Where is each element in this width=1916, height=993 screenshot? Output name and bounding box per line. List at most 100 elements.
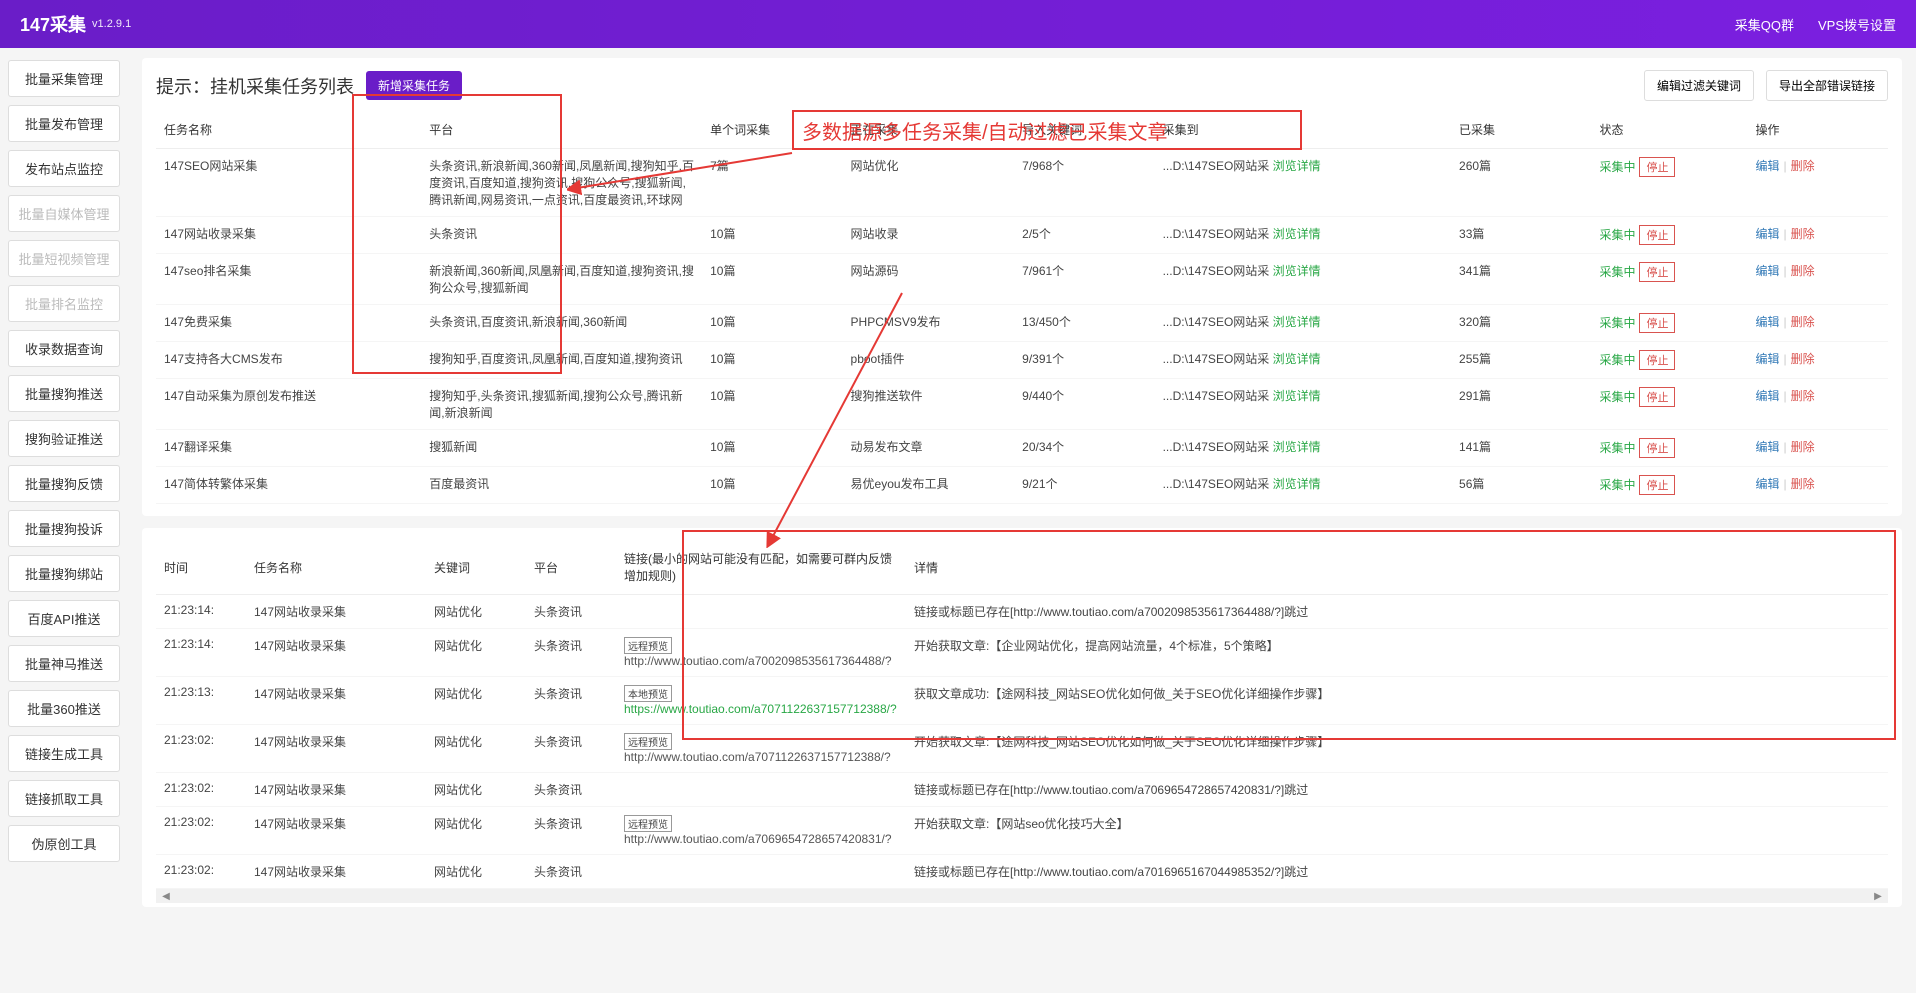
cell-time: 21:23:02: [156,725,246,773]
sidebar-item-9[interactable]: 批量搜狗反馈 [8,465,120,502]
local-badge[interactable]: 本地预览 [624,685,672,702]
stop-button[interactable]: 停止 [1639,262,1675,282]
edit-link[interactable]: 编辑 [1755,159,1779,173]
log-url[interactable]: http://www.toutiao.com/a7071122637157712… [624,750,891,764]
cell-detail: 开始获取文章:【途网科技_网站SEO优化如何做_关于SEO优化详细操作步骤】 [906,725,1888,773]
sidebar-item-8[interactable]: 搜狗验证推送 [8,420,120,457]
detail-link[interactable]: 浏览详情 [1273,264,1321,278]
sidebar-item-11[interactable]: 批量搜狗绑站 [8,555,120,592]
sidebar-item-10[interactable]: 批量搜狗投诉 [8,510,120,547]
delete-link[interactable]: 删除 [1791,477,1815,491]
vps-settings-link[interactable]: VPS拨号设置 [1818,15,1896,34]
th-name: 任务名称 [156,111,421,149]
cell-name: 147翻译采集 [156,430,421,467]
cell-link: 本地预览https://www.toutiao.com/a70711226371… [616,677,906,725]
cell-collecting: 网站优化 [843,149,1015,217]
delete-link[interactable]: 删除 [1791,264,1815,278]
log-url[interactable]: http://www.toutiao.com/a7002098535617364… [624,654,892,668]
sidebar-item-12[interactable]: 百度API推送 [8,600,120,637]
horizontal-scrollbar[interactable]: ◀ ▶ [156,889,1888,903]
delete-link[interactable]: 删除 [1791,159,1815,173]
edit-link[interactable]: 编辑 [1755,352,1779,366]
sidebar-item-3[interactable]: 批量自媒体管理 [8,195,120,232]
detail-link[interactable]: 浏览详情 [1273,477,1321,491]
sidebar-item-6[interactable]: 收录数据查询 [8,330,120,367]
sidebar-item-15[interactable]: 链接生成工具 [8,735,120,772]
stop-button[interactable]: 停止 [1639,350,1675,370]
delete-link[interactable]: 删除 [1791,227,1815,241]
cell-action: 编辑|删除 [1747,305,1888,342]
delete-link[interactable]: 删除 [1791,352,1815,366]
remote-badge[interactable]: 远程预览 [624,815,672,832]
cell-keywords: 9/391个 [1014,342,1154,379]
detail-link[interactable]: 浏览详情 [1273,315,1321,329]
scroll-left-icon[interactable]: ◀ [160,890,172,902]
cell-perword: 10篇 [702,430,842,467]
cell-status: 采集中停止 [1591,430,1747,467]
export-errors-button[interactable]: 导出全部错误链接 [1766,70,1888,101]
cell-platform: 头条资讯 [421,217,702,254]
detail-link[interactable]: 浏览详情 [1273,389,1321,403]
cell-detail: 链接或标题已存在[http://www.toutiao.com/a7069654… [906,773,1888,807]
sidebar-item-4[interactable]: 批量短视频管理 [8,240,120,277]
filter-keywords-button[interactable]: 编辑过滤关键词 [1644,70,1754,101]
stop-button[interactable]: 停止 [1639,313,1675,333]
main-content: 提示：挂机采集任务列表 新增采集任务 编辑过滤关键词 导出全部错误链接 任务名称… [128,48,1916,929]
cell-collectto: ...D:\147SEO网站采 浏览详情 [1155,217,1451,254]
cell-name: 147支持各大CMS发布 [156,342,421,379]
cell-name: 147SEO网站采集 [156,149,421,217]
add-task-button[interactable]: 新增采集任务 [366,71,462,100]
status-label: 采集中 [1599,265,1635,279]
edit-link[interactable]: 编辑 [1755,315,1779,329]
detail-link[interactable]: 浏览详情 [1273,227,1321,241]
scroll-right-icon[interactable]: ▶ [1872,890,1884,902]
detail-link[interactable]: 浏览详情 [1273,159,1321,173]
remote-badge[interactable]: 远程预览 [624,637,672,654]
cell-link: 远程预览http://www.toutiao.com/a700209853561… [616,629,906,677]
cell-platform: 搜狗知乎,百度资讯,凤凰新闻,百度知道,搜狗资讯 [421,342,702,379]
stop-button[interactable]: 停止 [1639,438,1675,458]
stop-button[interactable]: 停止 [1639,387,1675,407]
sidebar-item-7[interactable]: 批量搜狗推送 [8,375,120,412]
status-label: 采集中 [1599,160,1635,174]
log-url[interactable]: https://www.toutiao.com/a707112263715771… [624,702,897,716]
sidebar-item-13[interactable]: 批量神马推送 [8,645,120,682]
sidebar-item-5[interactable]: 批量排名监控 [8,285,120,322]
edit-link[interactable]: 编辑 [1755,389,1779,403]
sidebar-item-17[interactable]: 伪原创工具 [8,825,120,862]
qq-group-link[interactable]: 采集QQ群 [1735,15,1794,34]
edit-link[interactable]: 编辑 [1755,440,1779,454]
cell-task: 147网站收录采集 [246,629,426,677]
sidebar-item-1[interactable]: 批量发布管理 [8,105,120,142]
edit-link[interactable]: 编辑 [1755,477,1779,491]
log-url[interactable]: http://www.toutiao.com/a7069654728657420… [624,832,892,846]
sidebar-item-2[interactable]: 发布站点监控 [8,150,120,187]
cell-detail: 链接或标题已存在[http://www.toutiao.com/a7002098… [906,595,1888,629]
remote-badge[interactable]: 远程预览 [624,733,672,750]
cell-collectto: ...D:\147SEO网站采 浏览详情 [1155,149,1451,217]
log-row: 21:23:14:147网站收录采集网站优化头条资讯远程预览http://www… [156,629,1888,677]
cell-platform: 百度最资讯 [421,467,702,504]
cell-name: 147网站收录采集 [156,217,421,254]
delete-link[interactable]: 删除 [1791,440,1815,454]
th-collectto: 采集到 [1155,111,1451,149]
cell-keyword: 网站优化 [426,773,526,807]
sidebar-item-16[interactable]: 链接抓取工具 [8,780,120,817]
sidebar-item-14[interactable]: 批量360推送 [8,690,120,727]
cell-action: 编辑|删除 [1747,342,1888,379]
delete-link[interactable]: 删除 [1791,389,1815,403]
edit-link[interactable]: 编辑 [1755,227,1779,241]
stop-button[interactable]: 停止 [1639,225,1675,245]
sidebar-item-0[interactable]: 批量采集管理 [8,60,120,97]
edit-link[interactable]: 编辑 [1755,264,1779,278]
cell-task: 147网站收录采集 [246,725,426,773]
cell-platform: 头条资讯 [526,855,616,889]
stop-button[interactable]: 停止 [1639,157,1675,177]
delete-link[interactable]: 删除 [1791,315,1815,329]
cell-platform: 头条资讯,新浪新闻,360新闻,凤凰新闻,搜狗知乎,百度资讯,百度知道,搜狗资讯… [421,149,702,217]
stop-button[interactable]: 停止 [1639,475,1675,495]
th-time: 时间 [156,540,246,595]
detail-link[interactable]: 浏览详情 [1273,440,1321,454]
th-action: 操作 [1747,111,1888,149]
detail-link[interactable]: 浏览详情 [1273,352,1321,366]
